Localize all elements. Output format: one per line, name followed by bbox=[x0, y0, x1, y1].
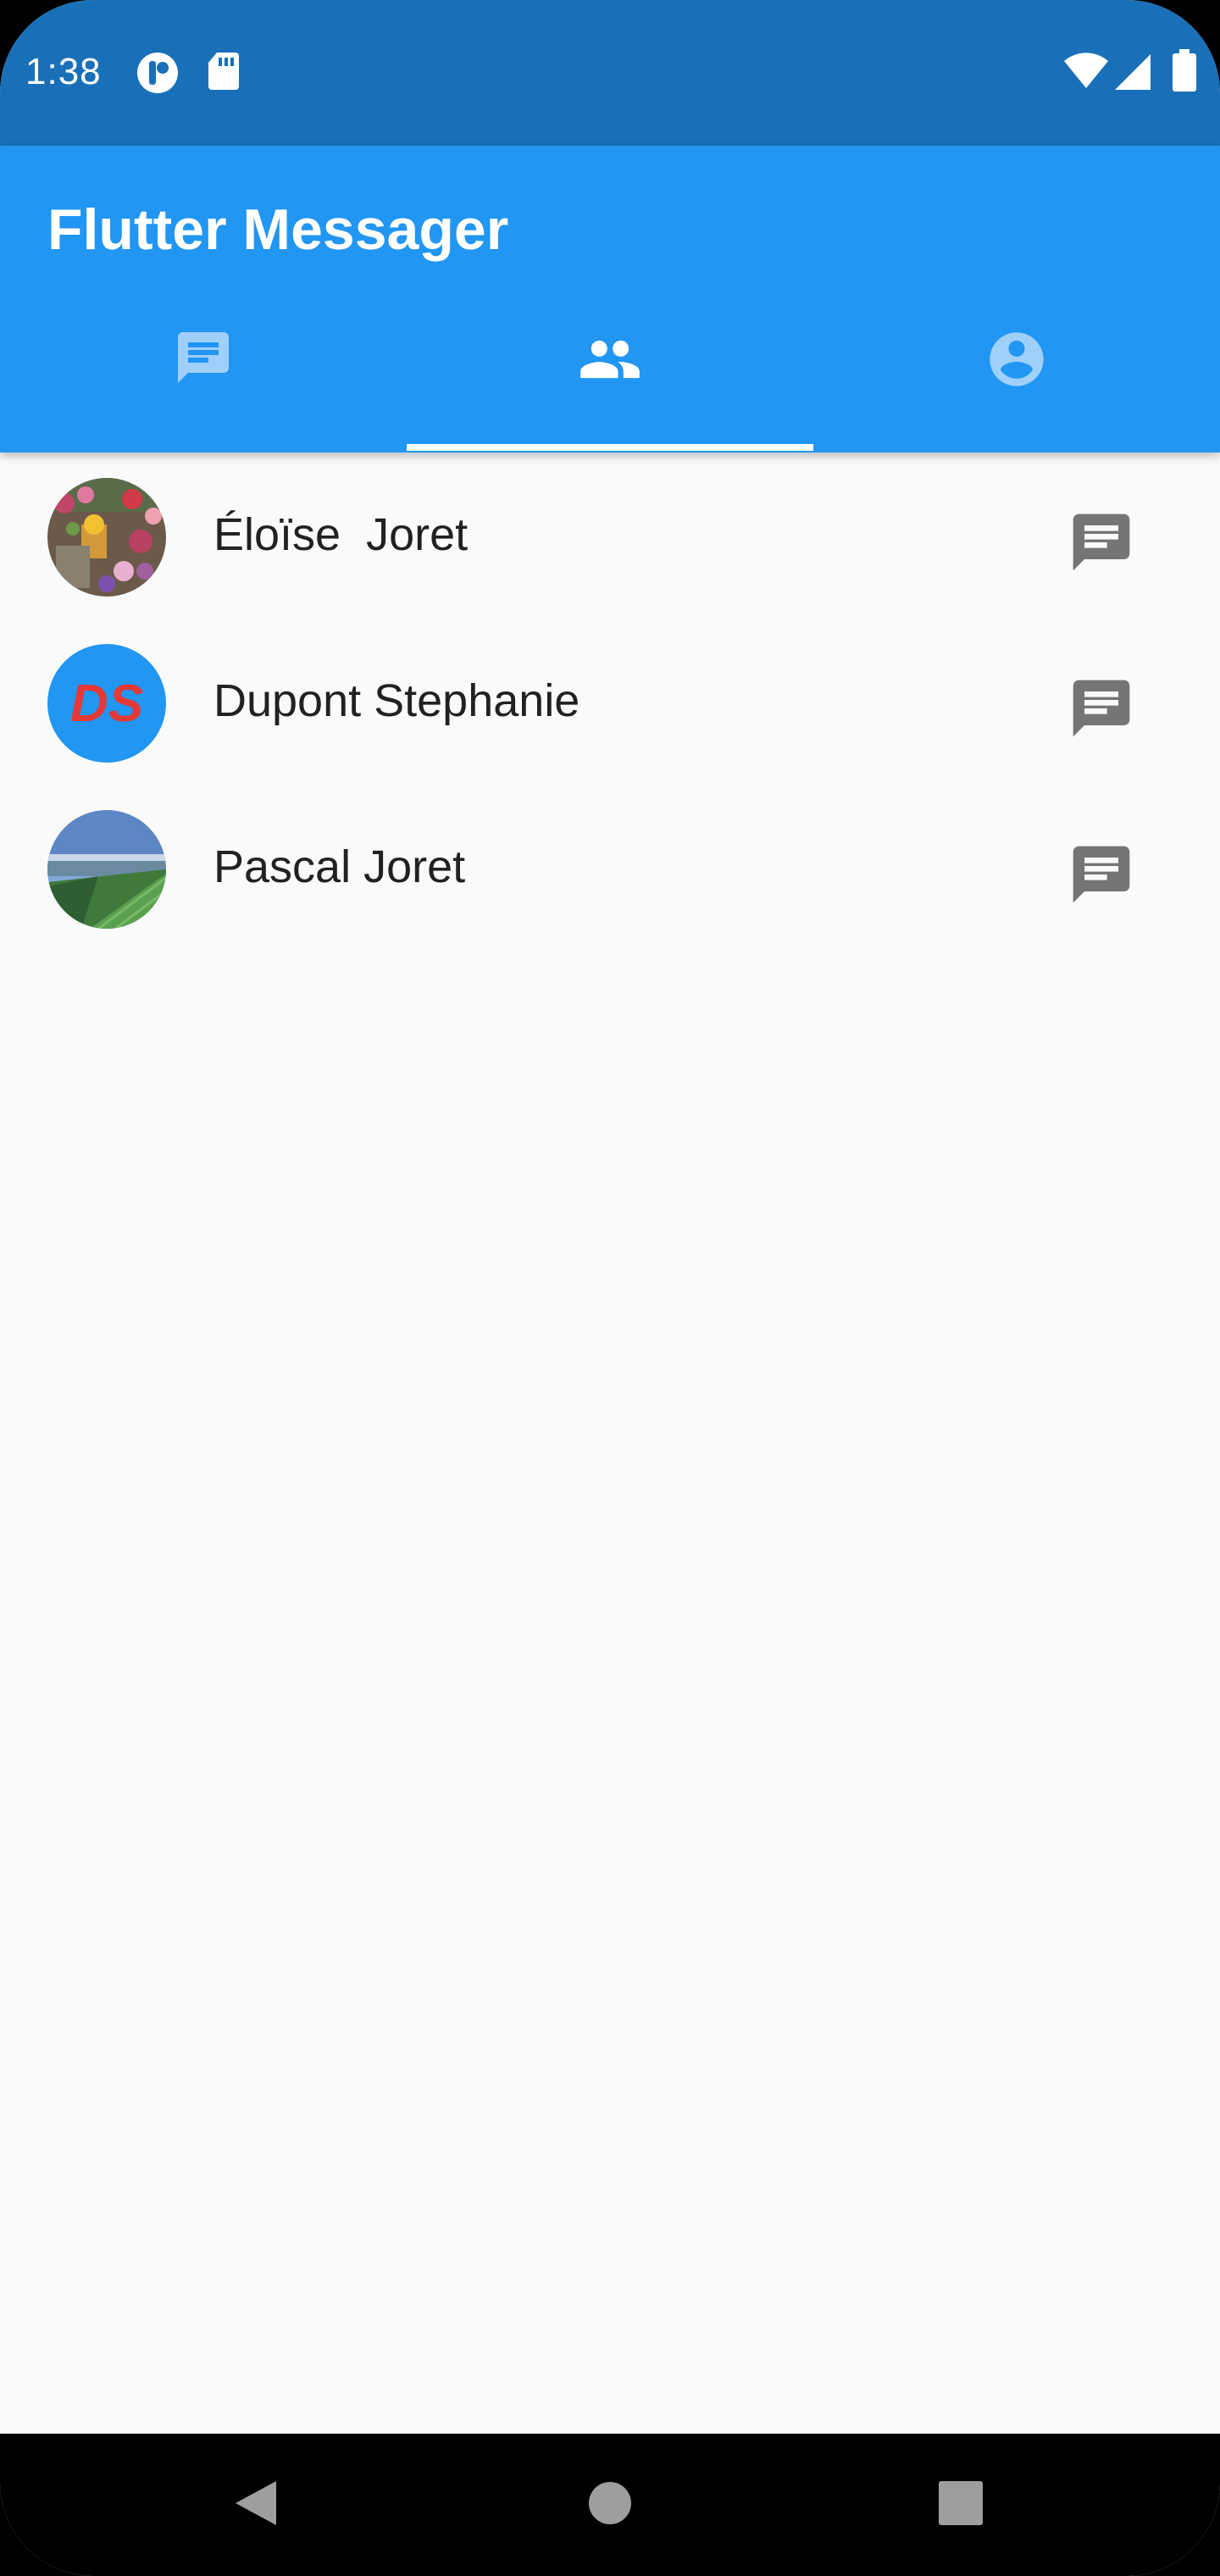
message-icon bbox=[1068, 841, 1135, 913]
signal-icon bbox=[1112, 53, 1152, 96]
chat-icon bbox=[173, 327, 234, 392]
page-title: Flutter Messager bbox=[47, 197, 509, 262]
app-bar: Flutter Messager bbox=[0, 146, 1220, 452]
selected-tab-indicator bbox=[407, 444, 813, 451]
home-icon bbox=[588, 2481, 632, 2529]
sd-card-icon bbox=[207, 51, 241, 96]
contact-name: Dupont Stephanie bbox=[214, 675, 580, 726]
avatar bbox=[47, 478, 166, 597]
message-icon bbox=[1068, 508, 1135, 580]
contact-name: Éloïse Joret bbox=[214, 509, 469, 560]
wifi-icon bbox=[1062, 53, 1110, 94]
list-item[interactable]: Pascal Joret bbox=[0, 785, 1220, 951]
message-icon bbox=[1068, 675, 1135, 747]
message-button[interactable] bbox=[1061, 669, 1142, 751]
account-circle-icon bbox=[984, 327, 1049, 396]
avatar bbox=[47, 810, 166, 929]
recents-button[interactable] bbox=[927, 2471, 995, 2539]
home-button[interactable] bbox=[576, 2471, 644, 2539]
contact-name: Pascal Joret bbox=[214, 841, 466, 892]
back-icon bbox=[232, 2478, 280, 2533]
back-button[interactable] bbox=[222, 2471, 290, 2539]
battery-icon bbox=[1171, 49, 1198, 96]
list-item[interactable]: DS Dupont Stephanie bbox=[0, 619, 1220, 785]
tab-chats[interactable] bbox=[0, 327, 407, 452]
list-item[interactable]: Éloïse Joret bbox=[0, 452, 1220, 619]
tab-contacts[interactable] bbox=[407, 327, 813, 452]
system-navigation-bar bbox=[0, 2434, 1220, 2576]
message-button[interactable] bbox=[1061, 503, 1142, 585]
tab-profile[interactable] bbox=[813, 327, 1220, 452]
status-time: 1:38 bbox=[25, 51, 102, 92]
phone-screen: 1:38 Flutter Messager Éloïse Joret DS Du… bbox=[0, 0, 1220, 2576]
people-icon bbox=[578, 327, 642, 396]
status-bar: 1:38 bbox=[0, 0, 1220, 146]
notification-app-icon bbox=[136, 51, 180, 99]
message-button[interactable] bbox=[1061, 836, 1142, 917]
recents-icon bbox=[938, 2480, 984, 2530]
avatar: DS bbox=[47, 644, 166, 763]
